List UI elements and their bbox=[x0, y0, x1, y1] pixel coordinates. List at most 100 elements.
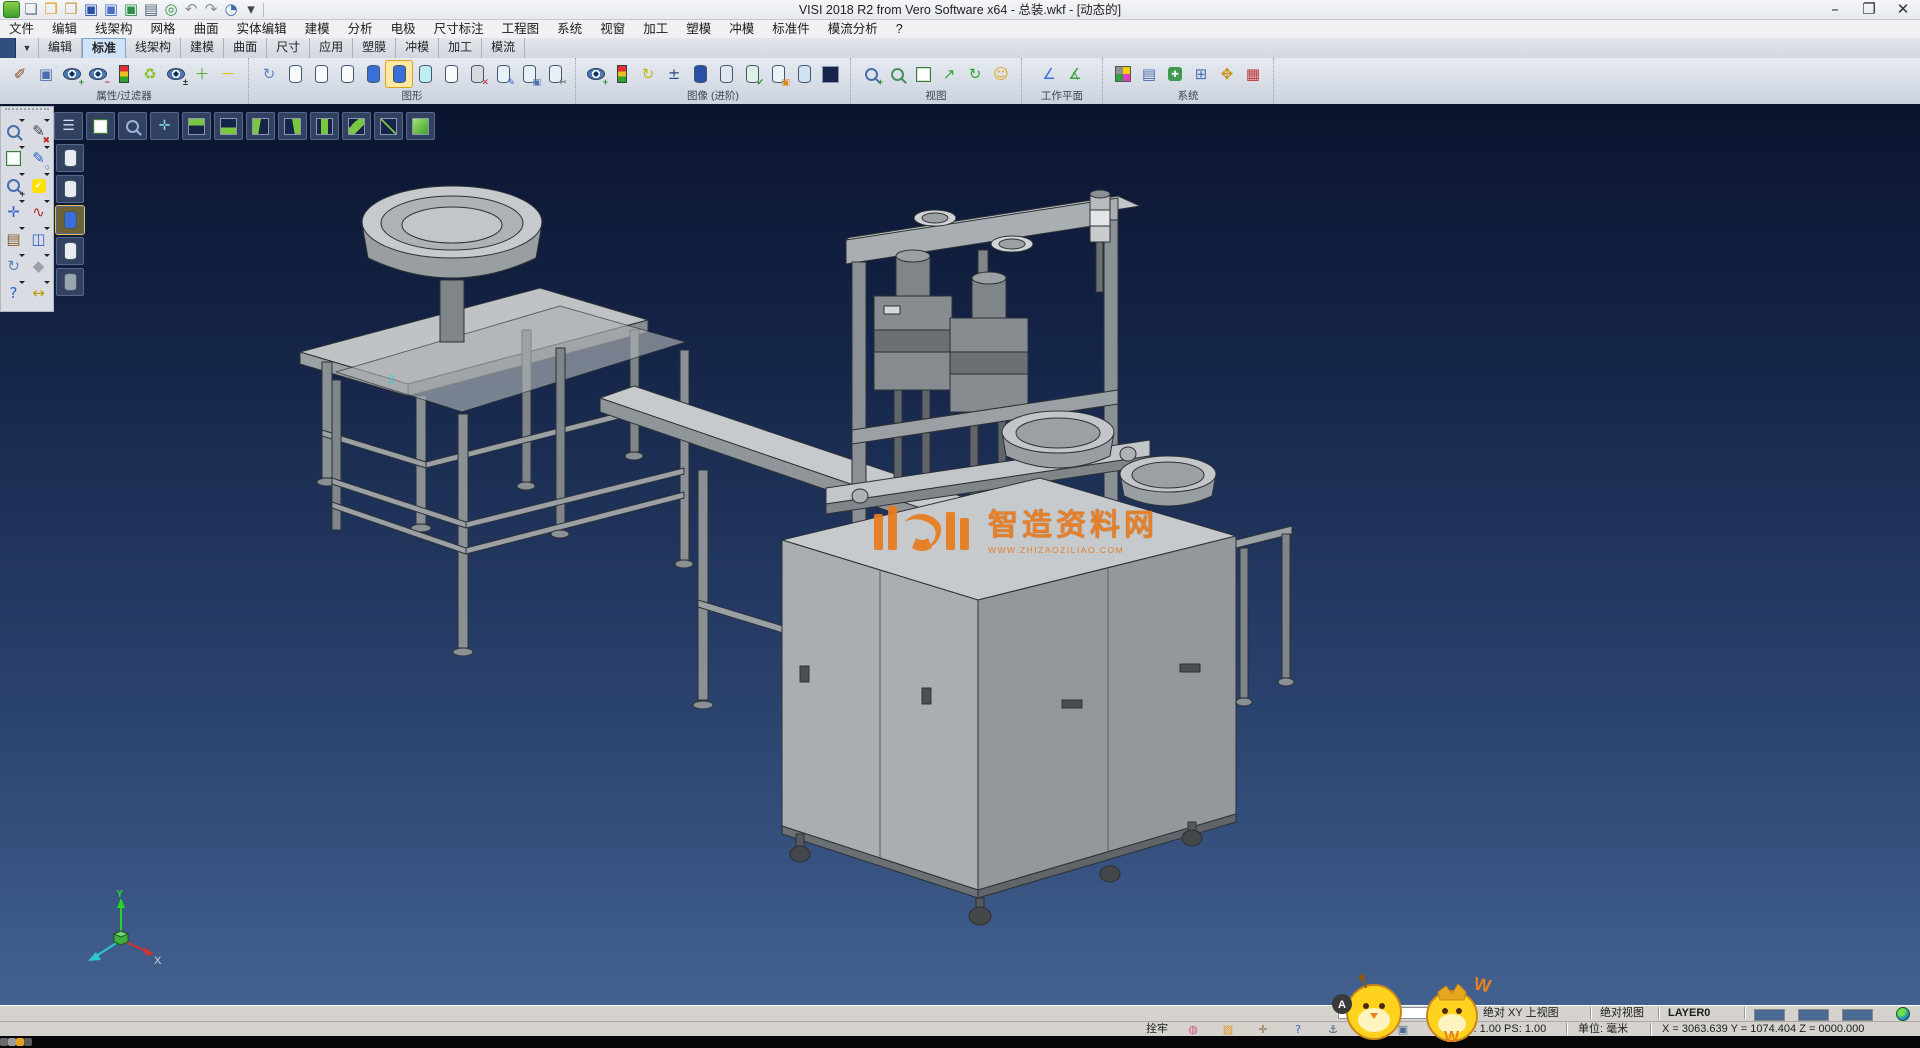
snap-settings-icon[interactable]: ✥ bbox=[1214, 61, 1240, 87]
absolute-view-indicator[interactable]: 绝对视图 bbox=[1600, 1007, 1644, 1020]
copy-cylinder-icon[interactable]: ▣ bbox=[765, 61, 791, 87]
shaded-view-icon[interactable] bbox=[817, 61, 843, 87]
layer-cylinder-icon[interactable] bbox=[334, 61, 360, 87]
paint-layer-icon[interactable]: ✎ bbox=[490, 61, 516, 87]
world-settings-icon[interactable]: ✚ bbox=[1162, 61, 1188, 87]
view-right-icon[interactable] bbox=[278, 112, 307, 140]
search-icon[interactable] bbox=[1462, 1007, 1471, 1016]
active-layer-indicator[interactable]: LAYER0 bbox=[1668, 1007, 1710, 1020]
save-all-icon[interactable]: ▣ bbox=[122, 1, 140, 18]
save-as-icon[interactable]: ▣ bbox=[102, 1, 120, 18]
taskbar-app-icon[interactable] bbox=[16, 1038, 24, 1046]
measure-icon[interactable]: ↔ bbox=[26, 280, 51, 307]
current-layer-icon[interactable] bbox=[386, 61, 412, 87]
new-window-icon[interactable]: ◫ bbox=[26, 226, 51, 253]
solid-box-icon[interactable]: ◆ bbox=[26, 253, 51, 280]
view-iso-wire-icon[interactable] bbox=[374, 112, 403, 140]
hide-entities-icon[interactable]: − bbox=[85, 61, 111, 87]
menu-item[interactable]: 工程图 bbox=[493, 20, 549, 38]
tab-die[interactable]: 冲模 bbox=[396, 38, 439, 58]
color-table-icon[interactable] bbox=[1110, 61, 1136, 87]
empty-layer-icon[interactable] bbox=[438, 61, 464, 87]
tab-edit[interactable]: 编辑 bbox=[39, 38, 82, 58]
view-iso-icon[interactable] bbox=[406, 112, 435, 140]
close-button[interactable]: ✕ bbox=[1886, 0, 1920, 19]
toggle-visibility-icon[interactable]: ± bbox=[163, 61, 189, 87]
settings-window-icon[interactable]: ▤ bbox=[1136, 61, 1162, 87]
zoom-extents-icon[interactable] bbox=[910, 61, 936, 87]
menu-item[interactable]: 建模 bbox=[296, 20, 339, 38]
tab-application[interactable]: 应用 bbox=[310, 38, 353, 58]
new-file-icon[interactable]: ❏ bbox=[22, 1, 40, 18]
help-icon[interactable]: ? bbox=[1, 280, 26, 307]
undo-icon[interactable]: ↶ bbox=[182, 1, 200, 18]
zoom-dynamic-icon[interactable] bbox=[1, 118, 26, 145]
layers-manager-icon[interactable]: ▤ bbox=[1, 226, 26, 253]
globe-icon[interactable] bbox=[1896, 1007, 1910, 1021]
zoom-selected-icon[interactable] bbox=[884, 61, 910, 87]
hatched-layer-icon[interactable] bbox=[56, 268, 84, 296]
zoom-dynamic-icon[interactable] bbox=[118, 112, 147, 140]
zoom-window-icon[interactable] bbox=[1, 145, 26, 172]
menu-item[interactable]: 编辑 bbox=[43, 20, 86, 38]
menu-item[interactable]: 标准件 bbox=[763, 20, 819, 38]
menu-item[interactable]: 尺寸标注 bbox=[425, 20, 493, 38]
quick-search-input[interactable] bbox=[1338, 1007, 1458, 1019]
menu-item[interactable]: 网格 bbox=[142, 20, 185, 38]
tab-surface[interactable]: 曲面 bbox=[224, 38, 267, 58]
preview-icon[interactable]: ◎ bbox=[162, 1, 180, 18]
units-indicator[interactable]: 单位: 毫米 bbox=[1578, 1023, 1628, 1036]
window-settings-icon[interactable]: ⊞ bbox=[1188, 61, 1214, 87]
dock-handle[interactable] bbox=[5, 108, 49, 117]
menu-item[interactable]: 系统 bbox=[548, 20, 591, 38]
solid-cylinder-icon[interactable] bbox=[687, 61, 713, 87]
advanced-filter-icon[interactable] bbox=[609, 61, 635, 87]
tab-dropdown-icon[interactable]: ▼ bbox=[16, 38, 39, 58]
layer-cylinder-icon[interactable] bbox=[282, 61, 308, 87]
toolbar-options-icon[interactable]: ▾ bbox=[242, 1, 260, 18]
refresh-visibility-icon[interactable]: ♻ bbox=[137, 61, 163, 87]
show-entities-icon[interactable]: + bbox=[59, 61, 85, 87]
show-all-icon[interactable]: ＋ bbox=[189, 61, 215, 87]
tab-machining[interactable]: 加工 bbox=[439, 38, 482, 58]
view-left-icon[interactable] bbox=[246, 112, 275, 140]
menu-item[interactable]: 塑模 bbox=[677, 20, 720, 38]
menu-item[interactable]: 实体编辑 bbox=[228, 20, 296, 38]
tab-modeling[interactable]: 建模 bbox=[181, 38, 224, 58]
minimize-button[interactable]: – bbox=[1818, 0, 1852, 19]
menu-item[interactable]: 冲模 bbox=[720, 20, 763, 38]
open-file-icon[interactable]: ❒ bbox=[42, 1, 60, 18]
striped-cylinder-icon[interactable] bbox=[713, 61, 739, 87]
spline-icon[interactable]: ∿ bbox=[26, 199, 51, 226]
workplane-icon[interactable]: ✛ bbox=[1, 199, 26, 226]
import-file-icon[interactable]: ❒ bbox=[62, 1, 80, 18]
filter-traffic-icon[interactable] bbox=[111, 61, 137, 87]
grid-settings-icon[interactable]: ▦ bbox=[1240, 61, 1266, 87]
refresh-graphics-icon[interactable]: ↻ bbox=[256, 61, 282, 87]
validate-icon[interactable]: ✔ bbox=[26, 172, 51, 199]
menu-item[interactable]: 分析 bbox=[339, 20, 382, 38]
view-mode-indicator[interactable]: 绝对 XY 上视图 bbox=[1483, 1007, 1559, 1020]
viewport-3d[interactable]: ☰✛ Z 智造资料网 WWW.ZHIZAOZILIAO.COM bbox=[0, 104, 1920, 1005]
visi-logo-icon[interactable] bbox=[2, 1, 20, 18]
color-swatch[interactable] bbox=[1754, 1009, 1785, 1021]
menu-item[interactable]: 加工 bbox=[634, 20, 677, 38]
solid-layer-icon[interactable] bbox=[360, 61, 386, 87]
hide-all-icon[interactable]: － bbox=[215, 61, 241, 87]
menu-item[interactable]: 视窗 bbox=[591, 20, 634, 38]
regenerate-icon[interactable]: ↻ bbox=[1, 253, 26, 280]
menu-item[interactable]: 曲面 bbox=[185, 20, 228, 38]
zoom-extents-icon[interactable] bbox=[86, 112, 115, 140]
menu-item[interactable]: 电极 bbox=[382, 20, 425, 38]
advanced-toggle-icon[interactable]: ± bbox=[661, 61, 687, 87]
tab-mold[interactable]: 塑膜 bbox=[353, 38, 396, 58]
maximize-button[interactable]: ❐ bbox=[1852, 0, 1886, 19]
view-menu-icon[interactable]: ☰ bbox=[54, 112, 83, 140]
current-layer-icon[interactable] bbox=[56, 206, 84, 234]
cut-layer-icon[interactable]: ✂ bbox=[542, 61, 568, 87]
view-back-icon[interactable] bbox=[342, 112, 371, 140]
lock-toggle[interactable]: 拴牢 bbox=[1146, 1023, 1168, 1036]
render-mode-icon[interactable]: ☺ bbox=[988, 61, 1014, 87]
taskbar-app-icon[interactable] bbox=[8, 1038, 16, 1046]
pan-view-icon[interactable]: ↗ bbox=[936, 61, 962, 87]
